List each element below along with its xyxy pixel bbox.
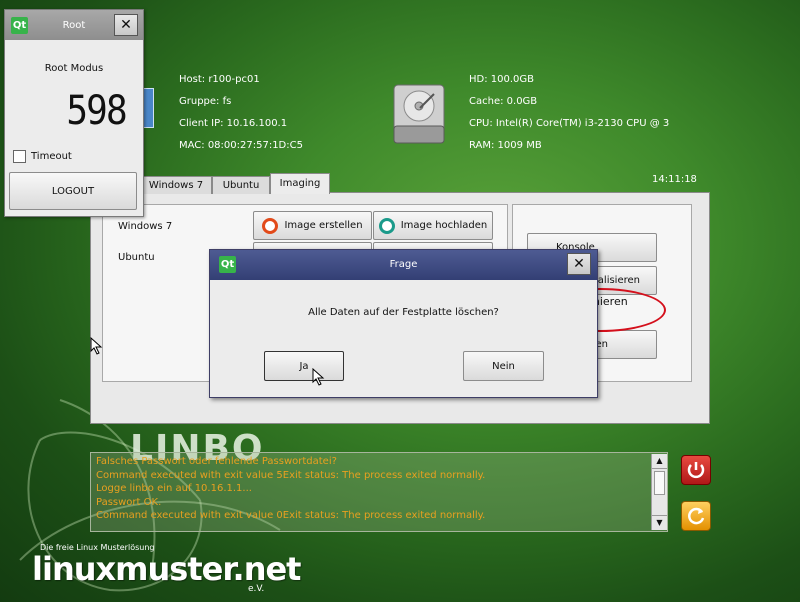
log-lines: Falsches Passwort oder fehlende Passwort… [91,453,651,523]
root-titlebar: Qt Root ✕ [5,10,143,40]
tab-ubuntu[interactable]: Ubuntu [212,176,270,194]
mouse-cursor-icon [312,368,325,386]
dialog-message: Alle Daten auf der Festplatte löschen? [308,307,499,318]
root-window: Qt Root ✕ Root Modus 598 Timeout LOGOUT [4,9,144,217]
log-line: Logge linbo ein auf 10.16.1.1... [96,483,252,494]
power-button[interactable] [681,455,711,485]
clock: 14:11:18 [652,174,697,185]
scroll-down-icon[interactable]: ▼ [652,515,667,530]
no-button[interactable]: Nein [463,351,544,381]
secondary-cursor-icon [90,337,103,355]
client-ip-label: Client IP: 10.16.100.1 [179,118,288,129]
logout-button[interactable]: LOGOUT [9,172,137,210]
log-line: Command executed with exit value 5Exit s… [96,469,486,481]
os-row-windows7: Windows 7 [118,221,173,232]
dialog-titlebar: Qt Frage ✕ [210,250,597,280]
upload-icon [378,217,395,234]
tab-imaging[interactable]: Imaging [270,173,330,194]
countdown-display: 598 [66,88,127,134]
scroll-up-icon[interactable]: ▲ [652,454,667,469]
dialog-close-button[interactable]: ✕ [567,253,591,275]
root-close-button[interactable]: ✕ [114,14,138,36]
group-label: Gruppe: fs [179,96,232,107]
yes-button[interactable]: Ja [264,351,344,381]
power-icon [687,462,705,479]
harddisk-icon [393,84,445,144]
dialog-title: Frage [389,259,418,270]
host-label: Host: r100-pc01 [179,74,260,85]
ev-label: e.V. [248,584,265,594]
linuxmuster-logo: linuxmuster.net [32,550,301,588]
question-dialog: Qt Frage ✕ Alle Daten auf der Festplatte… [209,249,598,398]
reboot-button[interactable] [681,501,711,531]
record-icon [262,217,279,234]
hd-label: HD: 100.0GB [469,74,535,85]
log-output: Falsches Passwort oder fehlende Passwort… [90,452,668,532]
yes-label: Ja [299,360,309,372]
timeout-label: Timeout [31,151,72,162]
cpu-label: CPU: Intel(R) Core(TM) i3-2130 CPU @ 3 [469,118,670,129]
refresh-icon [688,507,705,525]
log-line: Passwort OK. [96,496,162,508]
hw-info: HD: 100.0GB Cache: 0.0GB CPU: Intel(R) C… [469,69,669,157]
logout-label: LOGOUT [51,185,95,197]
root-heading: Root Modus [44,63,104,74]
mac-label: MAC: 08:00:27:57:1D:C5 [179,140,303,151]
upload-image-button[interactable]: Image hochladen [373,211,493,240]
timeout-checkbox[interactable] [13,150,26,163]
os-row-ubuntu: Ubuntu [118,252,155,263]
close-icon: ✕ [573,256,585,272]
ram-label: RAM: 1009 MB [469,140,542,151]
close-icon: ✕ [120,17,132,33]
tab-windows7[interactable]: Windows 7 [140,176,212,194]
create-image-button[interactable]: Image erstellen [253,211,372,240]
no-label: Nein [492,360,515,372]
cache-label: Cache: 0.0GB [469,96,538,107]
log-scrollbar[interactable]: ▲ ▼ [651,454,667,530]
log-line: Command executed with exit value 0Exit s… [96,510,486,521]
upload-image-label: Image hochladen [400,220,488,231]
scroll-thumb[interactable] [654,471,665,495]
log-line: Falsches Passwort oder fehlende Passwort… [96,456,337,467]
create-image-label: Image erstellen [284,220,363,231]
host-info: Host: r100-pc01 Gruppe: fs Client IP: 10… [179,69,303,157]
